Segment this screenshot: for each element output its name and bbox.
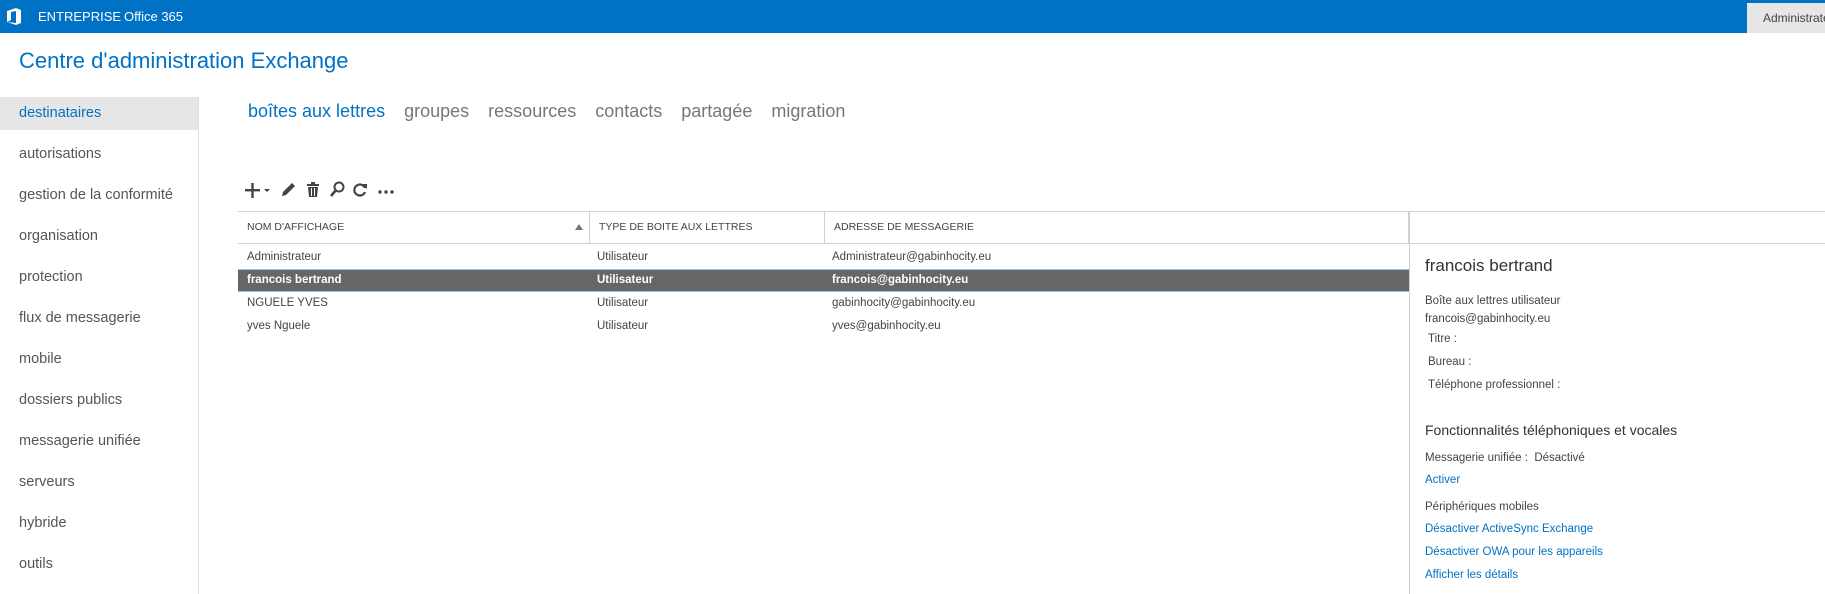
grid-header: NOM D'AFFICHAGE TYPE DE BOITE AUX LETTRE… [238,211,1825,244]
cell-name: Administrateur [247,251,322,263]
cell-email: Administrateur@gabinhocity.eu [832,251,992,263]
nav-item-messagerie-unifiee[interactable]: messagerie unifiée [0,425,198,466]
mailbox-list: Administrateur Utilisateur Administrateu… [238,246,1410,338]
details-mailbox-type: Boîte aux lettres utilisateur [1425,295,1561,307]
disable-activesync-link[interactable]: Désactiver ActiveSync Exchange [1425,518,1815,541]
sort-ascending-icon [575,224,583,230]
cell-type: Utilisateur [597,297,649,309]
nav-item-flux-messagerie[interactable]: flux de messagerie [0,302,198,343]
details-um-status: Messagerie unifiée : Désactivé [1425,447,1815,469]
nav-item-organisation[interactable]: organisation [0,220,198,261]
cell-type: Utilisateur [597,320,649,332]
nav-item-dossiers-publics[interactable]: dossiers publics [0,384,198,425]
nav-item-mobile[interactable]: mobile [0,343,198,384]
nav-item-hybride[interactable]: hybride [0,507,198,548]
product-label[interactable]: Office 365 [124,9,183,24]
cell-type: Utilisateur [597,251,649,263]
nav-item-outils[interactable]: outils [0,548,198,589]
table-row[interactable]: Administrateur Utilisateur Administrateu… [238,246,1410,269]
tab-bar: boîtes aux lettres groupes ressources co… [248,101,859,122]
details-title-label: Titre : [1428,333,1457,345]
tab-contacts[interactable]: contacts [595,101,662,121]
cell-email: yves@gabinhocity.eu [832,320,941,332]
show-details-link[interactable]: Afficher les détails [1425,564,1815,587]
cell-name: yves Nguele [247,320,311,332]
column-header-name[interactable]: NOM D'AFFICHAGE [238,212,590,243]
edit-icon[interactable] [279,180,297,200]
column-header-label: ADRESSE DE MESSAGERIE [834,221,975,233]
cell-name: NGUELE YVES [247,297,328,309]
left-nav: destinataires autorisations gestion de l… [0,97,199,594]
nav-item-destinataires[interactable]: destinataires [0,97,198,130]
tab-boites-aux-lettres[interactable]: boîtes aux lettres [248,101,385,121]
refresh-icon[interactable] [351,180,369,200]
column-header-label: TYPE DE BOITE AUX LETTRES [599,221,753,233]
disable-owa-link[interactable]: Désactiver OWA pour les appareils [1425,541,1815,564]
nav-item-serveurs[interactable]: serveurs [0,466,198,507]
column-header-type[interactable]: TYPE DE BOITE AUX LETTRES [590,212,825,243]
column-header-email[interactable]: ADRESSE DE MESSAGERIE [825,212,1409,243]
table-row[interactable]: yves Nguele Utilisateur yves@gabinhocity… [238,315,1410,338]
user-menu[interactable]: Administrateur [1747,3,1825,33]
table-row[interactable]: NGUELE YVES Utilisateur gabinhocity@gabi… [238,292,1410,315]
more-icon[interactable] [376,180,396,200]
delete-icon[interactable] [304,180,322,200]
details-mobile-section-title: Périphériques mobiles [1425,501,1539,513]
details-voice-section-title: Fonctionnalités téléphoniques et vocales [1425,422,1678,438]
cell-email: gabinhocity@gabinhocity.eu [832,297,976,309]
nav-item-autorisations[interactable]: autorisations [0,138,198,179]
add-icon[interactable] [243,180,273,200]
search-icon[interactable] [328,180,346,200]
app-title: Centre d'administration Exchange [19,48,349,73]
brand-label[interactable]: ENTREPRISE [38,9,121,24]
nav-item-gestion-conformite[interactable]: gestion de la conformité [0,179,198,220]
details-email: francois@gabinhocity.eu [1425,313,1551,325]
cell-name: francois bertrand [247,274,342,286]
table-row-selected[interactable]: francois bertrand Utilisateur francois@g… [238,269,1410,292]
tab-migration[interactable]: migration [771,101,845,121]
details-name: francois bertrand [1425,256,1553,275]
office-logo-icon[interactable] [6,8,22,25]
pane-divider [1409,211,1410,594]
column-header-label: NOM D'AFFICHAGE [247,221,345,233]
enable-um-link[interactable]: Activer [1425,469,1815,492]
um-value: Désactivé [1534,452,1585,464]
tab-ressources[interactable]: ressources [488,101,576,121]
tab-partagee[interactable]: partagée [681,101,752,121]
tab-groupes[interactable]: groupes [404,101,469,121]
cell-email: francois@gabinhocity.eu [832,274,969,286]
details-pane: francois bertrand Boîte aux lettres util… [1425,256,1815,587]
cell-type: Utilisateur [597,274,654,286]
top-bar: ENTREPRISE Office 365 Administrateur [0,0,1825,33]
um-label: Messagerie unifiée : [1425,452,1528,464]
details-phone-label: Téléphone professionnel : [1428,379,1561,391]
details-office-label: Bureau : [1428,356,1472,368]
nav-item-protection[interactable]: protection [0,261,198,302]
